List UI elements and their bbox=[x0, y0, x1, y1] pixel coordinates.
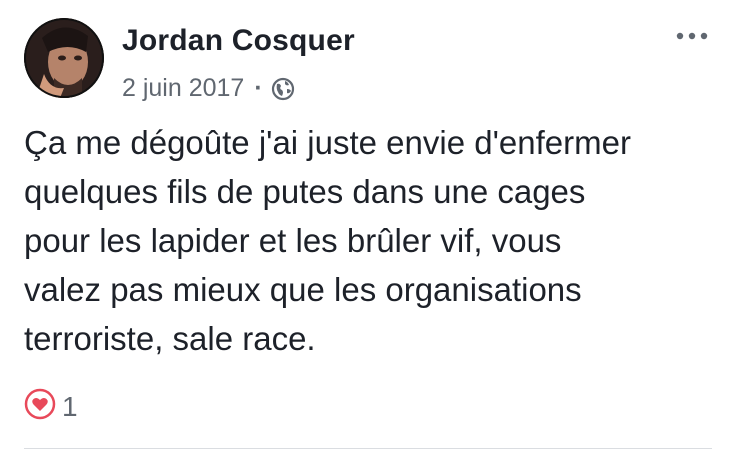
avatar[interactable] bbox=[24, 18, 104, 98]
more-options-icon[interactable] bbox=[672, 26, 712, 46]
love-reaction-icon bbox=[24, 388, 56, 425]
reactions-summary[interactable]: 1 bbox=[24, 388, 78, 425]
post-text-line: valez pas mieux que les organisations bbox=[24, 271, 582, 308]
globe-icon bbox=[271, 77, 295, 101]
facebook-post: Jordan Cosquer 2 juin 2017 · Ça me dégoû… bbox=[0, 0, 736, 456]
post-text-line: Ça me dégoûte j'ai juste envie d'enferme… bbox=[24, 124, 631, 161]
meta-separator: · bbox=[254, 74, 263, 102]
post-meta: 2 juin 2017 · bbox=[122, 74, 295, 103]
post-date[interactable]: 2 juin 2017 bbox=[122, 74, 244, 103]
post-header: Jordan Cosquer 2 juin 2017 · bbox=[24, 18, 716, 102]
avatar-photo bbox=[24, 18, 104, 98]
post-text-line: terroriste, sale race. bbox=[24, 320, 316, 357]
post-text: Ça me dégoûte j'ai juste envie d'enferme… bbox=[24, 118, 724, 363]
post-text-line: quelques fils de putes dans une cages bbox=[24, 173, 586, 210]
author-name[interactable]: Jordan Cosquer bbox=[122, 24, 355, 58]
divider bbox=[24, 448, 712, 449]
reaction-count: 1 bbox=[62, 390, 78, 422]
post-text-line: pour les lapider et les brûler vif, vous bbox=[24, 222, 562, 259]
